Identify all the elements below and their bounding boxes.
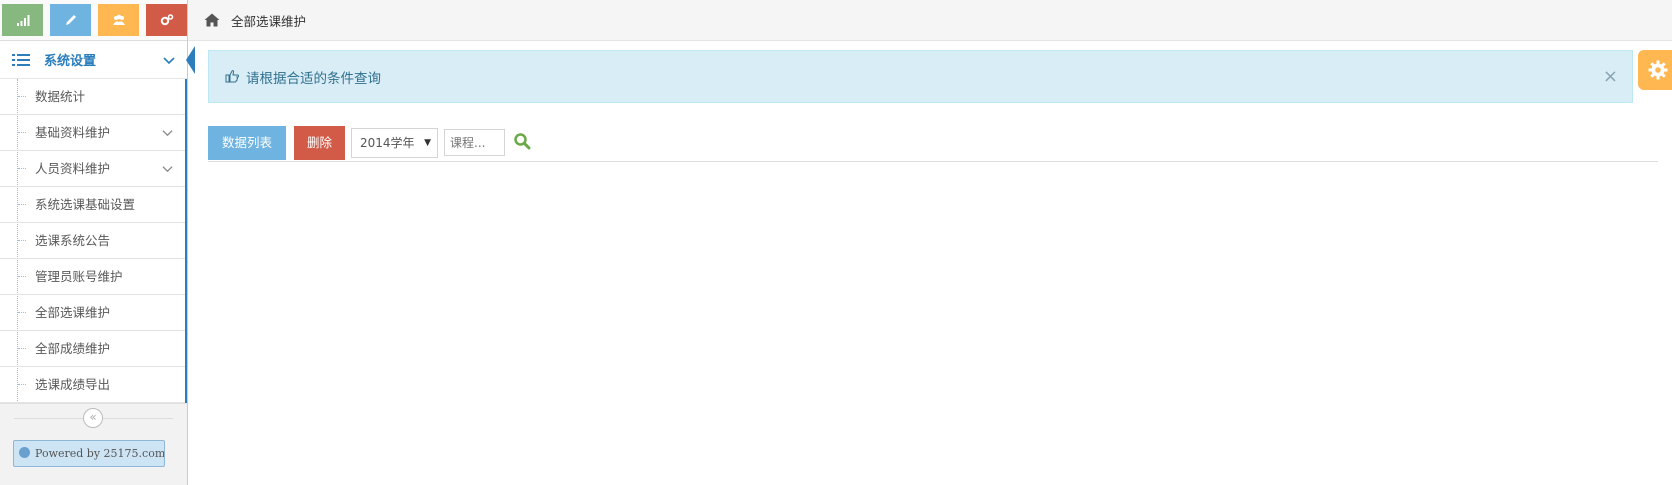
sidebar-shortcuts [0,0,187,41]
sidebar-item-personnel-data[interactable]: 人员资料维护 [0,151,185,187]
sidebar-item-label: 人员资料维护 [35,161,111,176]
submenu: 数据统计 基础资料维护 人员资料维护 系统选课基础设置 选课系统公告 管理员账号… [0,79,187,403]
shortcut-stats-button[interactable] [2,4,43,36]
info-alert: 请根据合适的条件查询 × [208,50,1633,103]
course-search-input[interactable] [444,129,505,156]
sidebar-item-label: 基础资料维护 [35,125,111,140]
powered-by-badge[interactable]: Powered by 25175.com [13,440,165,467]
hand-point-right-icon [225,70,239,83]
sidebar-item-label: 选课成绩导出 [35,377,111,392]
settings-toggle-button[interactable] [1638,50,1672,90]
sidebar-item-announcements[interactable]: 选课系统公告 [0,223,185,259]
pencil-icon [65,15,76,25]
sidebar-item-label: 数据统计 [35,89,86,104]
list-icon [12,53,30,66]
cogs-icon [160,14,173,26]
shortcut-settings-button[interactable] [146,4,187,36]
sidebar-item-label: 系统选课基础设置 [35,197,136,212]
search-icon[interactable] [513,132,531,150]
sidebar: 系统设置 数据统计 基础资料维护 人员资料维护 系统选课基础设置 选课系统公告 … [0,0,195,485]
sidebar-collapse-bar: « [0,403,187,437]
shortcut-users-button[interactable] [98,4,139,36]
sidebar-item-label: 管理员账号维护 [35,269,123,284]
close-icon[interactable]: × [1603,66,1618,87]
shortcut-edit-button[interactable] [50,4,91,36]
sidebar-item-data-stats[interactable]: 数据统计 [0,79,185,115]
sidebar-item-basic-data[interactable]: 基础资料维护 [0,115,185,151]
home-icon[interactable] [204,13,220,27]
menu-title: 系统设置 [44,54,97,69]
signal-icon [16,15,29,26]
group-icon [112,14,125,25]
sidebar-item-export-grades[interactable]: 选课成绩导出 [0,367,185,403]
sidebar-item-course-settings[interactable]: 系统选课基础设置 [0,187,185,223]
chevron-down-icon [163,57,175,65]
menu-system-settings[interactable]: 系统设置 [0,41,195,79]
toolbar: 数据列表 删除 2014学年 ▼ [208,126,1658,162]
badge-icon [19,447,30,458]
gear-icon [1648,60,1668,80]
sidebar-item-all-courses[interactable]: 全部选课维护 [0,295,185,331]
sidebar-item-label: 全部选课维护 [35,305,111,320]
chevron-down-icon [162,130,173,137]
data-list-button[interactable]: 数据列表 [208,126,286,160]
sidebar-item-label: 选课系统公告 [35,233,111,248]
main-content: 全部选课维护 请根据合适的条件查询 × 数据列表 删除 2014学年 ▼ [188,0,1672,485]
breadcrumb-current: 全部选课维护 [231,13,307,29]
year-select[interactable]: 2014学年 ▼ [351,128,438,158]
sidebar-collapse-button[interactable]: « [83,408,103,428]
delete-button[interactable]: 删除 [294,126,345,160]
sidebar-item-admin-accounts[interactable]: 管理员账号维护 [0,259,185,295]
sidebar-item-all-grades[interactable]: 全部成绩维护 [0,331,185,367]
caret-down-icon: ▼ [424,138,431,148]
sidebar-item-label: 全部成绩维护 [35,341,111,356]
alert-message: 请根据合适的条件查询 [246,70,381,87]
year-select-value: 2014学年 [360,136,415,150]
breadcrumb: 全部选课维护 [188,0,1672,41]
chevron-down-icon [162,166,173,173]
powered-by-text: Powered by 25175.com [35,447,165,460]
